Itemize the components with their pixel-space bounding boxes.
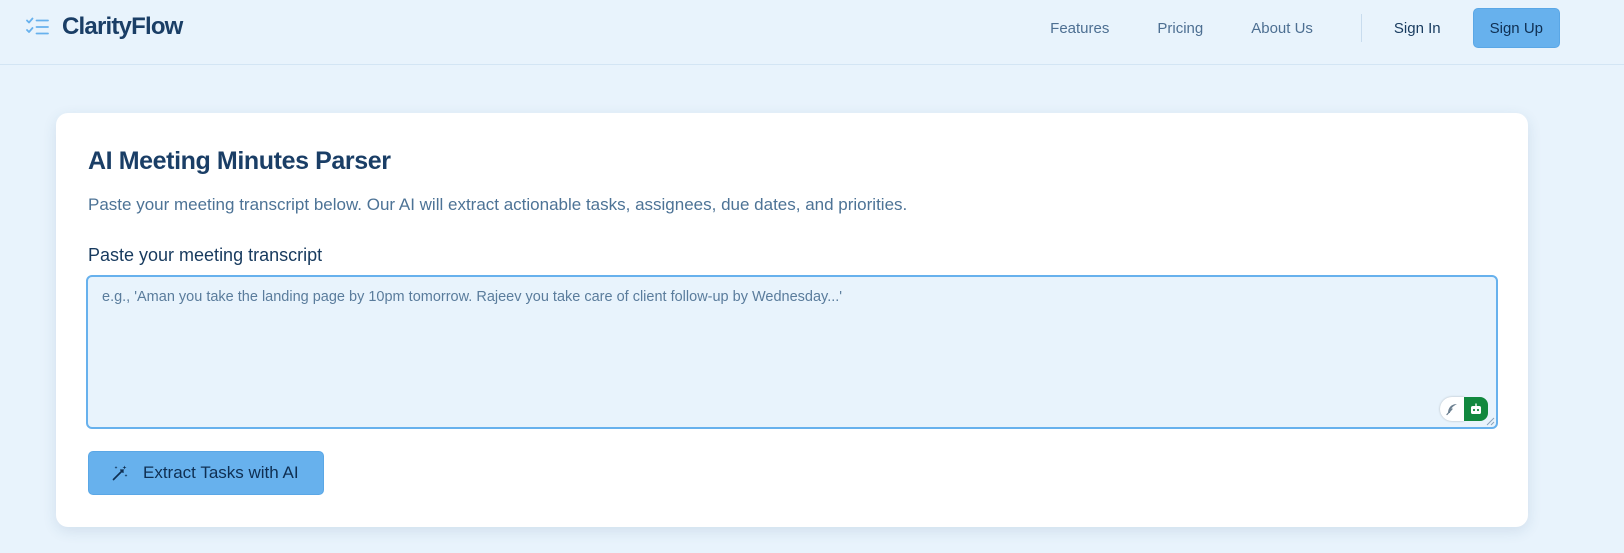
brand-logo[interactable]: ClarityFlow xyxy=(26,13,183,41)
brand-name: ClarityFlow xyxy=(62,13,183,40)
extract-tasks-button[interactable]: Extract Tasks with AI xyxy=(88,451,324,495)
resize-handle-icon[interactable] xyxy=(1486,417,1495,426)
task-list-icon xyxy=(26,17,49,35)
transcript-textarea[interactable] xyxy=(86,275,1498,429)
page-description: Paste your meeting transcript below. Our… xyxy=(88,195,908,214)
transcript-label: Paste your meeting transcript xyxy=(88,245,323,265)
extract-tasks-label: Extract Tasks with AI xyxy=(143,463,299,482)
nav-link-about-us[interactable]: About Us xyxy=(1251,20,1313,37)
nav-links: Features Pricing About Us Sign In Sign U… xyxy=(1050,8,1560,48)
nav-link-features[interactable]: Features xyxy=(1050,20,1109,37)
sign-in-link[interactable]: Sign In xyxy=(1394,20,1441,37)
nav-divider xyxy=(1360,14,1362,42)
magic-wand-icon xyxy=(112,465,128,481)
page-title: AI Meeting Minutes Parser xyxy=(88,147,391,175)
parser-card: AI Meeting Minutes Parser Paste your mee… xyxy=(56,113,1528,527)
sign-up-button[interactable]: Sign Up xyxy=(1472,8,1560,48)
robot-icon[interactable] xyxy=(1464,397,1488,421)
navbar: ClarityFlow Features Pricing About Us Si… xyxy=(0,0,1624,65)
feather-icon[interactable] xyxy=(1440,397,1464,421)
nav-link-pricing[interactable]: Pricing xyxy=(1157,20,1203,37)
browser-extension-widget[interactable] xyxy=(1440,397,1488,421)
